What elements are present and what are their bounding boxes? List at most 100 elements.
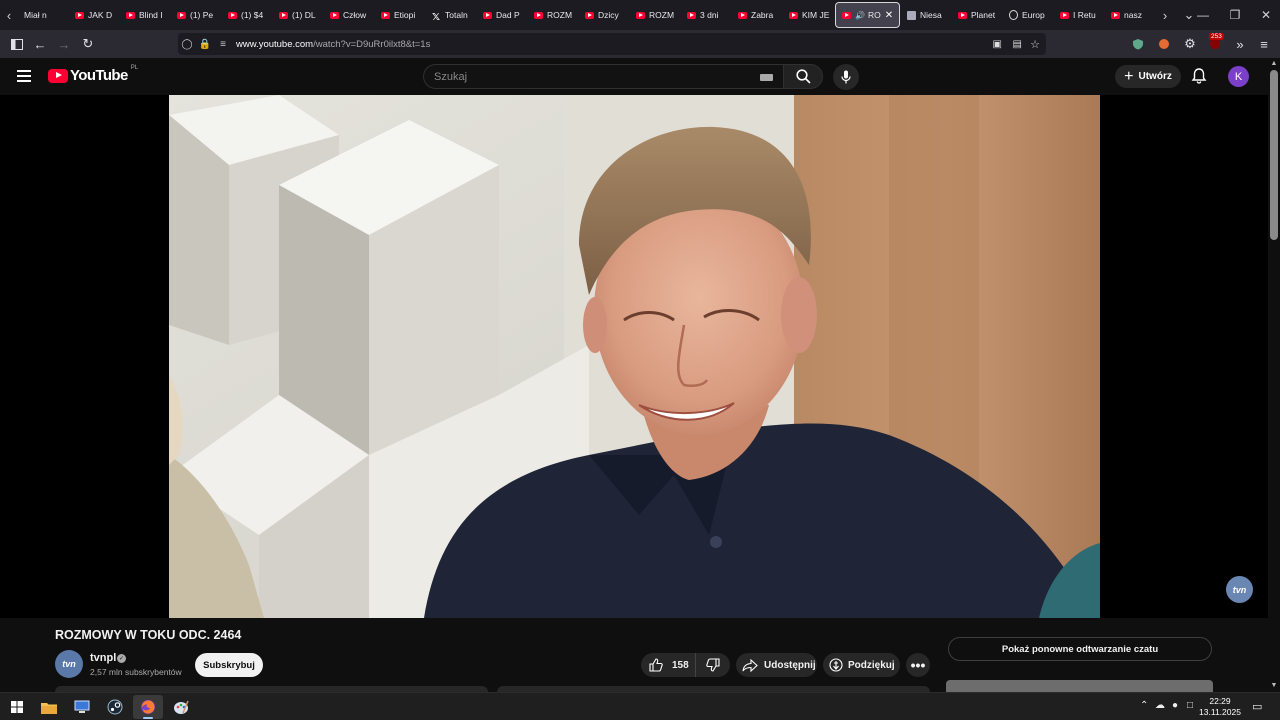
bookmark-star-icon[interactable]: ☆ <box>1030 38 1040 51</box>
tab[interactable]: (1) Pe <box>171 3 222 27</box>
keyboard-icon[interactable] <box>760 74 773 81</box>
close-tab-icon[interactable]: ✕ <box>885 10 893 21</box>
network-icon[interactable]: □ <box>1187 700 1193 711</box>
tabs-scroll-left-button[interactable]: ‹ <box>0 0 18 30</box>
shield-icon[interactable]: ◯ <box>178 39 196 50</box>
subscribe-button[interactable]: Subskrybuj <box>195 653 263 677</box>
video-player[interactable] <box>0 95 1268 618</box>
tab[interactable]: KIM JE <box>783 3 834 27</box>
tab[interactable]: I Retu <box>1054 3 1105 27</box>
channel-avatar[interactable]: tvn <box>55 650 83 678</box>
firefox-icon[interactable] <box>133 695 163 719</box>
youtube-icon <box>842 11 851 19</box>
verified-badge-icon: ✓ <box>117 654 126 663</box>
account-avatar[interactable]: K <box>1228 66 1249 87</box>
video-still-image <box>169 95 1100 618</box>
create-button[interactable]: + Utwórz <box>1115 65 1181 88</box>
globe-icon <box>1009 10 1018 20</box>
tab[interactable]: nasz <box>1105 3 1156 27</box>
thanks-button[interactable]: Podziękuj <box>823 653 900 677</box>
tab[interactable]: (1) $4 <box>222 3 273 27</box>
video-frame[interactable] <box>169 95 1100 618</box>
tab[interactable]: Dad P <box>477 3 528 27</box>
tab[interactable]: Etiopi <box>375 3 426 27</box>
youtube-play-icon <box>48 68 68 83</box>
reader-view-icon[interactable]: ▤ <box>1013 39 1022 50</box>
scroll-down-arrow[interactable]: ▼ <box>1268 682 1280 689</box>
speaker-icon[interactable]: 🔊 <box>855 11 865 20</box>
youtube-logo[interactable]: YouTube PL <box>48 65 138 84</box>
clock-date: 13.11.2025 <box>1199 707 1241 717</box>
tab[interactable]: Niesa <box>901 3 952 27</box>
file-explorer-icon[interactable] <box>34 695 64 719</box>
recommended-thumbnail-top-edge[interactable] <box>946 680 1213 692</box>
tab-label: (1) Pe <box>190 10 214 20</box>
overflow-menu-icon[interactable]: » <box>1229 34 1251 54</box>
restore-window-button[interactable]: ❐ <box>1219 0 1251 30</box>
reload-button[interactable]: ↻ <box>77 34 99 54</box>
system-clock[interactable]: 22:29 13.11.2025 <box>1198 696 1242 718</box>
tabs-scroll-right-button[interactable]: › <box>1156 0 1174 30</box>
windows-taskbar: ⌃ ☁ ● □ 22:29 13.11.2025 ▭ <box>0 692 1280 720</box>
steam-icon[interactable] <box>100 695 130 719</box>
hamburger-menu-icon[interactable]: ≡ <box>1253 34 1275 54</box>
tab[interactable]: Blind I <box>120 3 171 27</box>
tab-label: Europ <box>1022 10 1045 20</box>
share-button[interactable]: Udostępnij <box>736 653 817 677</box>
sidebar-toggle-icon[interactable] <box>6 34 28 54</box>
close-window-button[interactable]: ✕ <box>1250 0 1280 30</box>
tab[interactable]: JAK D <box>69 3 120 27</box>
bell-icon <box>1191 68 1207 84</box>
thumbs-down-icon <box>706 658 720 672</box>
shield-extension-icon[interactable] <box>1127 34 1149 54</box>
tab[interactable]: Zabra <box>732 3 783 27</box>
start-button[interactable] <box>2 695 32 719</box>
youtube-icon <box>279 11 288 19</box>
microphone-tray-icon[interactable]: ● <box>1172 700 1178 711</box>
youtube-icon <box>534 11 543 19</box>
dislike-button[interactable] <box>696 653 730 677</box>
thumbs-up-icon <box>649 658 663 672</box>
paint-app-icon[interactable] <box>166 695 196 719</box>
tab[interactable]: Planet <box>952 3 1003 27</box>
tab[interactable]: ROZM <box>630 3 681 27</box>
scroll-up-arrow[interactable]: ▲ <box>1268 60 1280 67</box>
show-chat-replay-button[interactable]: Pokaż ponowne odtwarzanie czatu <box>948 637 1212 661</box>
tab-label: 3 dni <box>700 10 719 20</box>
like-button[interactable]: 158 <box>641 653 696 677</box>
tab[interactable]: Europ <box>1003 3 1054 27</box>
onedrive-cloud-icon[interactable]: ☁ <box>1155 700 1165 711</box>
tab[interactable]: Miał n <box>18 3 69 27</box>
remote-desktop-icon[interactable] <box>67 695 97 719</box>
extensions-puzzle-icon[interactable]: ⚙ <box>1179 34 1201 54</box>
tab[interactable]: 3 dni <box>681 3 732 27</box>
fox-extension-icon[interactable] <box>1153 34 1175 54</box>
permissions-icon[interactable]: ≡ <box>214 39 232 50</box>
scrollbar-thumb[interactable] <box>1270 70 1278 240</box>
search-input[interactable]: Szukaj <box>423 64 783 89</box>
tab[interactable]: Dzicy <box>579 3 630 27</box>
picture-in-picture-icon[interactable]: ▣ <box>993 39 1002 50</box>
back-button[interactable]: ← <box>29 34 51 54</box>
channel-watermark[interactable]: tvn <box>1226 576 1253 603</box>
more-actions-button[interactable]: ••• <box>906 653 930 677</box>
address-bar[interactable]: ◯ 🔒 ≡ www.youtube.com/watch?v=D9uRr0ilxt… <box>178 33 1046 55</box>
tab[interactable]: (1) DL <box>273 3 324 27</box>
url-text[interactable]: www.youtube.com/watch?v=D9uRr0ilxt8&t=1s <box>236 39 430 50</box>
notifications-center-icon[interactable]: ▭ <box>1252 700 1262 713</box>
minimize-window-button[interactable]: — <box>1187 0 1219 30</box>
search-button[interactable] <box>783 64 823 89</box>
lock-icon[interactable]: 🔒 <box>196 39 214 50</box>
channel-name-link[interactable]: tvnpl <box>90 652 116 664</box>
tab[interactable]: 𝕏 Totaln <box>426 3 477 27</box>
tab[interactable]: Człow <box>324 3 375 27</box>
tab-active[interactable]: 🔊 RO ✕ <box>835 2 900 28</box>
extension-badge-count: 253 <box>1209 33 1224 40</box>
forward-button[interactable]: → <box>53 34 75 54</box>
show-hidden-icons-chevron-icon[interactable]: ⌃ <box>1140 700 1148 711</box>
voice-search-button[interactable] <box>833 64 859 90</box>
clock-time: 22:29 <box>1209 696 1231 706</box>
notifications-button[interactable] <box>1190 67 1208 85</box>
tab[interactable]: ROZM <box>528 3 579 27</box>
guide-menu-button[interactable] <box>14 66 34 86</box>
